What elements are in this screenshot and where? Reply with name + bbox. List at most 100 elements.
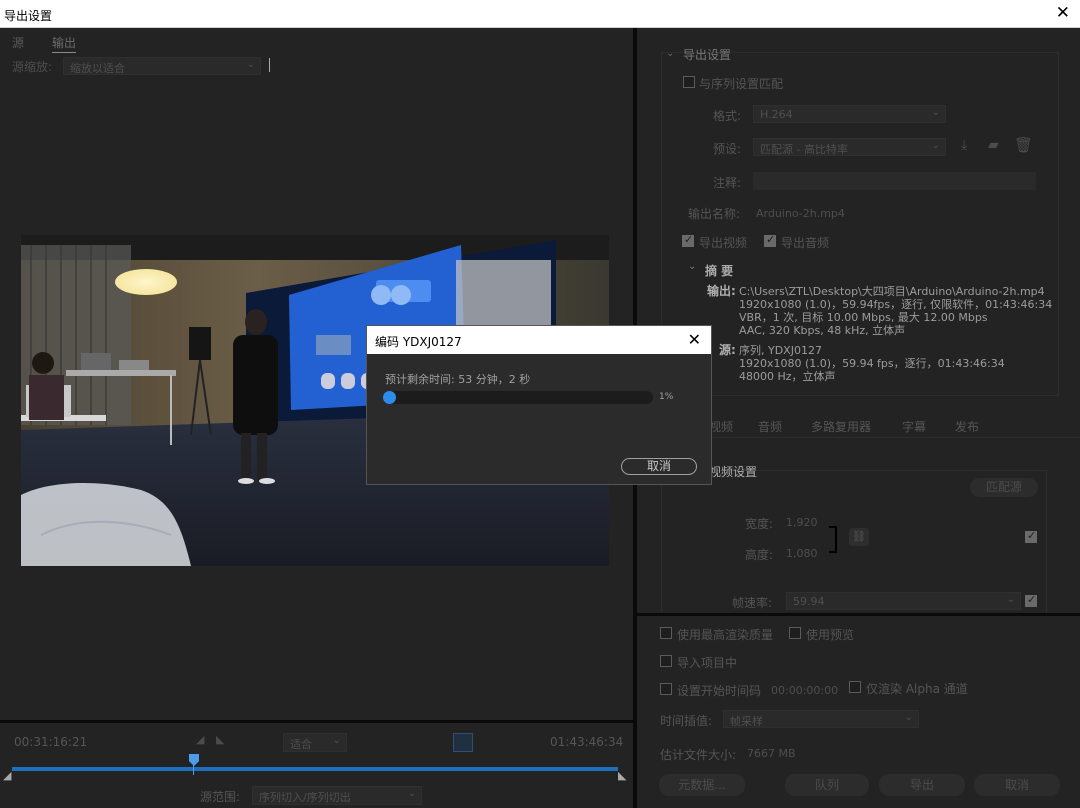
frame-rate-checkbox[interactable] — [1025, 593, 1037, 607]
link-icon[interactable]: ⛓ — [849, 528, 869, 546]
format-value: H.264 — [760, 108, 793, 121]
summary-output-key: 输出: — [707, 284, 736, 298]
save-preset-icon[interactable]: ⤓ — [961, 137, 967, 153]
render-options-panel: 使用最高渲染质量 使用预览 导入项目中 设置开始时间码 00:00:00:00 … — [637, 613, 1080, 808]
summary-output-line: AAC, 320 Kbps, 48 kHz, 立体声 — [739, 324, 906, 337]
comment-label: 注释: — [713, 176, 742, 190]
encode-progress-bar — [383, 391, 653, 404]
close-icon[interactable]: ✕ — [1056, 4, 1070, 22]
width-value[interactable]: 1,920 — [786, 516, 818, 529]
delete-preset-icon[interactable]: 🗑 — [1014, 136, 1033, 154]
set-in-point-icon[interactable]: ◢ — [196, 733, 204, 746]
source-scale-value: 缩放以适合 — [70, 62, 125, 75]
aspect-correction-icon[interactable] — [453, 733, 473, 752]
source-range-label: 源范围: — [200, 790, 241, 804]
total-timecode: 01:43:46:34 — [550, 735, 624, 749]
summary-source-key: 源: — [719, 343, 736, 357]
start-timecode-label: 设置开始时间码 — [677, 684, 762, 698]
encode-dialog-title: 编码 YDXJ0127 — [375, 335, 462, 349]
time-interpolation-label: 时间插值: — [660, 714, 713, 728]
playhead-icon[interactable] — [189, 754, 199, 766]
encode-dialog-titlebar: 编码 YDXJ0127 ✕ — [367, 326, 711, 354]
progress-percent: 1% — [659, 392, 674, 402]
preset-label: 预设: — [713, 142, 742, 156]
export-video-checkbox[interactable] — [682, 233, 694, 247]
use-preview-checkbox[interactable] — [789, 627, 801, 639]
width-label: 宽度: — [745, 517, 774, 531]
comment-field[interactable] — [753, 172, 1036, 190]
height-label: 高度: — [745, 548, 774, 562]
import-into-project-checkbox[interactable] — [660, 655, 672, 667]
height-value[interactable]: 1,080 — [786, 547, 818, 560]
timeline-track[interactable] — [12, 767, 618, 771]
width-match-checkbox[interactable] — [1025, 529, 1037, 543]
source-scale-label: 源缩放: — [12, 60, 53, 74]
encode-cancel-button[interactable]: 取消 — [621, 458, 697, 475]
tab-video[interactable]: 视频 — [709, 418, 733, 435]
chevron-down-icon[interactable]: ⌄ — [688, 261, 696, 272]
format-label: 格式: — [713, 109, 742, 123]
export-audio-label: 导出音频 — [781, 236, 830, 250]
source-scale-dropdown[interactable]: 缩放以适合 ⌄ — [63, 57, 261, 75]
timeline-bar: 00:31:16:21 ◢ ◣ 适合 ⌄ 01:43:46:34 ◢ ◣ 源范围… — [0, 720, 633, 808]
frame-rate-value: 59.94 — [793, 595, 825, 608]
encode-progress-fill — [383, 391, 396, 404]
aspect-link-bracket — [829, 526, 837, 553]
source-range-value: 序列切入/序列切出 — [259, 791, 351, 804]
start-timecode-checkbox[interactable] — [660, 683, 672, 695]
max-render-quality-checkbox[interactable] — [660, 627, 672, 639]
use-preview-label: 使用预览 — [806, 628, 855, 642]
chevron-down-icon: ⌄ — [904, 712, 913, 723]
max-render-quality-label: 使用最高渲染质量 — [677, 628, 774, 642]
video-settings-heading: 视频设置 — [709, 465, 758, 479]
tab-multiplexer[interactable]: 多路复用器 — [811, 418, 871, 435]
output-name-label: 输出名称: — [688, 207, 741, 221]
match-sequence-label: 与序列设置匹配 — [699, 77, 784, 91]
match-source-button[interactable]: 匹配源 — [970, 478, 1038, 497]
queue-button[interactable]: 队列 — [785, 774, 869, 796]
fit-value: 适合 — [290, 738, 312, 751]
export-button[interactable]: 导出 — [879, 774, 965, 796]
metadata-button[interactable]: 元数据... — [659, 774, 745, 796]
current-timecode[interactable]: 00:31:16:21 — [14, 735, 87, 749]
file-size-value: 7667 MB — [747, 747, 796, 760]
summary-heading: 摘 要 — [705, 264, 734, 278]
cancel-button[interactable]: 取消 — [974, 774, 1060, 796]
import-into-project-label: 导入项目中 — [677, 656, 738, 670]
preset-dropdown[interactable]: 匹配源 - 高比特率 ⌄ — [753, 138, 946, 156]
crop-guide — [269, 58, 270, 72]
window-titlebar: 导出设置 ✕ — [0, 0, 1080, 28]
tab-output[interactable]: 输出 — [52, 34, 77, 53]
playhead-line — [193, 763, 194, 775]
frame-rate-label: 帧速率: — [732, 596, 773, 610]
source-output-tabs: 源 输出 — [0, 28, 633, 53]
close-icon[interactable]: ✕ — [688, 330, 701, 349]
file-size-label: 估计文件大小: — [660, 748, 737, 762]
match-sequence-checkbox[interactable] — [683, 76, 695, 88]
time-interpolation-dropdown[interactable]: 帧采样 ⌄ — [723, 710, 919, 728]
chevron-down-icon[interactable]: ⌄ — [666, 48, 674, 59]
export-audio-checkbox[interactable] — [764, 233, 776, 247]
tab-audio[interactable]: 音频 — [758, 418, 782, 435]
in-marker-icon[interactable]: ◢ — [3, 769, 11, 782]
import-preset-icon[interactable]: ▰ — [988, 137, 999, 153]
tab-publish[interactable]: 发布 — [955, 418, 979, 435]
fit-dropdown[interactable]: 适合 ⌄ — [283, 733, 347, 752]
export-video-label: 导出视频 — [699, 236, 748, 250]
render-alpha-label: 仅渲染 Alpha 通道 — [866, 682, 968, 696]
tab-captions[interactable]: 字幕 — [902, 418, 926, 435]
render-alpha-checkbox[interactable] — [849, 681, 861, 693]
frame-rate-dropdown[interactable]: 59.94 ⌄ — [786, 592, 1021, 610]
time-remaining: 预计剩余时间: 53 分钟，2 秒 — [385, 373, 531, 386]
tab-source[interactable]: 源 — [12, 34, 24, 51]
summary-source-line: 48000 Hz，立体声 — [739, 370, 836, 383]
set-out-point-icon[interactable]: ◣ — [216, 733, 224, 746]
out-marker-icon[interactable]: ◣ — [618, 769, 626, 782]
chevron-down-icon: ⌄ — [1006, 594, 1015, 605]
chevron-down-icon: ⌄ — [332, 735, 341, 746]
source-range-dropdown[interactable]: 序列切入/序列切出 ⌄ — [252, 786, 422, 805]
export-settings-heading: 导出设置 — [683, 48, 732, 62]
start-timecode-value[interactable]: 00:00:00:00 — [771, 684, 838, 697]
output-name-link[interactable]: Arduino-2h.mp4 — [756, 207, 845, 220]
format-dropdown[interactable]: H.264 ⌄ — [753, 105, 946, 123]
